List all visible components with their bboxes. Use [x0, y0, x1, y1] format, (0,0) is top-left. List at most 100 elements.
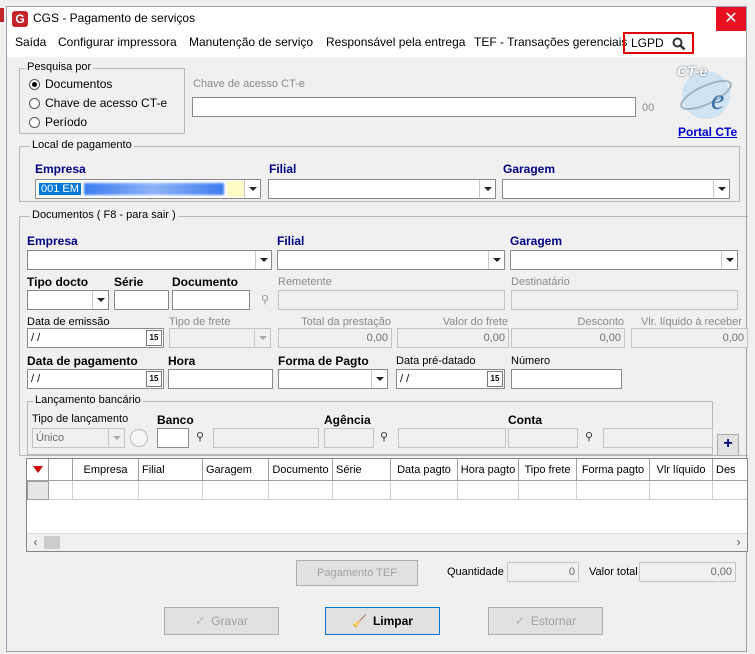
grid-cell[interactable]	[519, 481, 577, 500]
local-pagamento-title: Local de pagamento	[30, 139, 134, 151]
radio-periodo-label[interactable]: Período	[45, 115, 87, 129]
doc-garagem-combo[interactable]	[510, 250, 738, 270]
grid-header-documento[interactable]: Documento	[269, 459, 333, 481]
grid-cell[interactable]	[650, 481, 713, 500]
grid-cell[interactable]	[139, 481, 203, 500]
grid-header-data-pagto[interactable]: Data pagto	[391, 459, 458, 481]
grid-header-tipo-frete[interactable]: Tipo frete	[519, 459, 577, 481]
conta-search-icon[interactable]: ⚲	[581, 429, 597, 445]
radio-documentos[interactable]	[29, 79, 40, 90]
search-icon	[672, 37, 686, 51]
local-garagem-dropdown[interactable]	[713, 180, 729, 198]
doc-filial-dropdown[interactable]	[488, 251, 504, 269]
portal-cte-link[interactable]: Portal CTe	[678, 125, 737, 139]
grid-horizontal-scrollbar[interactable]: ‹ ›	[27, 533, 747, 551]
sort-down-icon	[32, 466, 43, 474]
serie-input[interactable]	[114, 290, 169, 310]
forma-pagto-dropdown[interactable]	[371, 370, 387, 388]
documento-search-icon[interactable]: ⚲	[257, 292, 273, 308]
limpar-button[interactable]: 🧹 Limpar	[325, 607, 440, 635]
doc-filial-combo[interactable]	[277, 250, 505, 270]
grid-header-empresa[interactable]: Empresa	[73, 459, 139, 481]
doc-empresa-combo[interactable]	[27, 250, 272, 270]
grid-sort-indicator[interactable]	[27, 459, 49, 481]
grid-header-forma-pagto[interactable]: Forma pagto	[577, 459, 650, 481]
grid-cell[interactable]	[49, 481, 73, 500]
valor-total-label: Valor total	[589, 566, 638, 578]
banco-input[interactable]	[157, 428, 189, 448]
grid-cell[interactable]	[73, 481, 139, 500]
menu-saida[interactable]: Saída	[15, 35, 46, 49]
menu-responsavel-entrega[interactable]: Responsável pela entrega	[326, 35, 465, 49]
scroll-right-arrow-icon[interactable]: ›	[730, 534, 747, 551]
grid-cell[interactable]	[391, 481, 458, 500]
local-empresa-redacted	[83, 183, 224, 196]
radio-documentos-label[interactable]: Documentos	[45, 77, 112, 91]
grid-header-filial[interactable]: Filial	[139, 459, 203, 481]
grid-cell[interactable]	[458, 481, 519, 500]
local-filial-combo[interactable]	[268, 179, 496, 199]
tipo-lancamento-combo: Único	[32, 428, 125, 448]
close-button[interactable]: ✕	[716, 7, 746, 31]
scroll-left-arrow-icon[interactable]: ‹	[27, 534, 44, 551]
cte-logo: e CT-e	[675, 61, 737, 123]
menu-lgpd[interactable]: LGPD	[623, 32, 694, 54]
tipo-docto-dropdown[interactable]	[92, 291, 108, 309]
lancamento-option-button	[130, 429, 148, 447]
menu-configurar-impressora[interactable]: Configurar impressora	[58, 35, 177, 49]
data-predatado-calendar-icon[interactable]: 15	[487, 371, 503, 387]
add-lancamento-button[interactable]: +	[717, 434, 739, 456]
documento-input[interactable]	[172, 290, 250, 310]
data-emissao-input[interactable]: / / 15	[27, 328, 164, 348]
numero-input[interactable]	[511, 369, 622, 389]
grid-row-selector[interactable]	[27, 481, 49, 500]
grid-header-garagem[interactable]: Garagem	[203, 459, 269, 481]
data-pagamento-calendar-icon[interactable]: 15	[146, 371, 162, 387]
grid-cell[interactable]	[713, 481, 747, 500]
hora-input[interactable]	[168, 369, 273, 389]
radio-periodo[interactable]	[29, 117, 40, 128]
local-garagem-label: Garagem	[503, 162, 556, 176]
menu-manutencao-servico[interactable]: Manutenção de serviço	[189, 35, 313, 49]
broom-icon: 🧹	[352, 614, 367, 628]
chave-acesso-input[interactable]	[192, 97, 636, 117]
forma-pagto-combo[interactable]	[278, 369, 388, 389]
documents-grid[interactable]: Empresa Filial Garagem Documento Série D…	[26, 458, 748, 552]
data-predatado-input[interactable]: / / 15	[396, 369, 505, 389]
doc-garagem-dropdown[interactable]	[721, 251, 737, 269]
limpar-label: Limpar	[372, 614, 413, 628]
remetente-input	[278, 290, 505, 310]
grid-cell[interactable]	[577, 481, 650, 500]
valor-frete-label: Valor do frete	[442, 316, 508, 328]
local-empresa-dropdown[interactable]	[244, 180, 260, 198]
data-pagamento-input[interactable]: / / 15	[27, 369, 164, 389]
doc-empresa-dropdown[interactable]	[255, 251, 271, 269]
tipo-docto-combo[interactable]	[27, 290, 109, 310]
grid-header-vlr-liquido[interactable]: Vlr líquido	[650, 459, 713, 481]
scroll-thumb[interactable]	[44, 536, 60, 549]
local-filial-dropdown[interactable]	[479, 180, 495, 198]
local-empresa-combo[interactable]: 001 EM	[35, 179, 261, 199]
serie-label: Série	[114, 275, 144, 289]
local-filial-label: Filial	[269, 162, 297, 176]
grid-cell[interactable]	[269, 481, 333, 500]
tipo-lancamento-label: Tipo de lançamento	[32, 413, 129, 425]
grid-cell[interactable]	[203, 481, 269, 500]
desconto-label: Desconto	[577, 316, 624, 328]
local-pagamento-group: Local de pagamento Empresa 001 EM Filial…	[19, 139, 740, 202]
banco-search-icon[interactable]: ⚲	[192, 429, 208, 445]
agencia-search-icon[interactable]: ⚲	[376, 429, 392, 445]
data-emissao-calendar-icon[interactable]: 15	[146, 330, 162, 346]
local-garagem-combo[interactable]	[502, 179, 730, 199]
radio-chave-acesso[interactable]	[29, 98, 40, 109]
chave-acesso-suffix: 00	[642, 102, 655, 114]
quantidade-input: 0	[507, 562, 579, 582]
grid-cell[interactable]	[333, 481, 391, 500]
grid-header-serie[interactable]: Série	[333, 459, 391, 481]
lancamento-group: Lançamento bancário Tipo de lançamento Ú…	[27, 394, 713, 455]
grid-header-hora-pagto[interactable]: Hora pagto	[458, 459, 519, 481]
grid-header-des[interactable]: Des	[713, 459, 747, 481]
menu-tef[interactable]: TEF - Transações gerenciais	[474, 35, 627, 49]
radio-chave-acesso-label[interactable]: Chave de acesso CT-e	[45, 96, 167, 110]
local-empresa-value: 001 EM	[39, 183, 81, 195]
